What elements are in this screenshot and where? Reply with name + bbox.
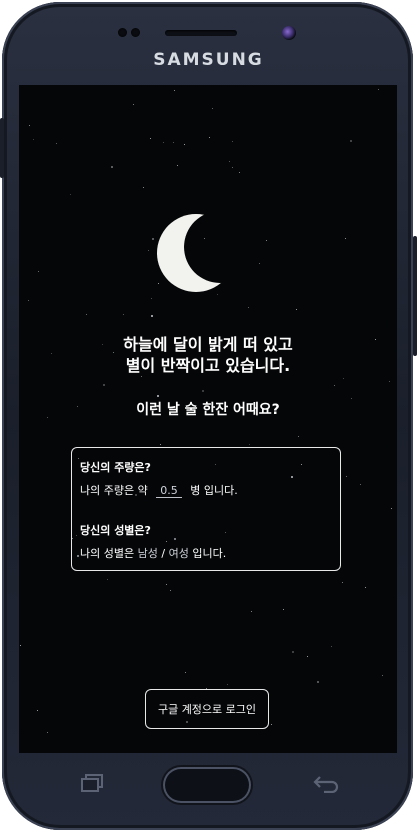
gender-female-option[interactable]: 여성 [169,547,189,560]
star [47,732,48,733]
star [151,315,153,317]
star [382,675,383,676]
star [271,724,272,725]
star [107,579,108,580]
star [232,141,233,142]
star [249,444,250,445]
star [133,104,134,105]
front-camera [282,26,296,40]
gender-line: 나의 성별은 남성 / 여성 입니다. [80,545,226,561]
star [346,476,347,477]
headline-line-1: 하늘에 달이 밝게 떠 있고 [123,335,293,354]
sensor-left [118,28,127,37]
star [20,645,21,646]
star [209,137,210,138]
gender-male-option[interactable]: 남성 [138,547,158,560]
drink-label: 당신의 주량은? [80,461,151,474]
star [185,672,186,673]
star [248,307,249,308]
star [37,710,38,711]
star [150,138,151,139]
google-login-button[interactable]: 구글 계정으로 로그인 [145,689,269,729]
star [38,271,39,272]
star [86,314,87,315]
gender-separator: / [161,547,166,560]
star [259,263,260,264]
star [365,587,366,588]
star [251,611,252,612]
star [152,238,154,240]
star [229,161,230,162]
star [28,300,29,301]
volume-button [413,236,417,356]
gender-prefix: 나의 성별은 [80,547,135,560]
star [177,165,178,166]
star [33,139,34,140]
star [360,484,361,485]
star [343,378,344,379]
gender-suffix: 입니다. [192,547,227,560]
star [227,684,228,685]
star [350,140,352,142]
star [239,172,240,173]
star [143,187,144,188]
star [173,142,174,143]
star [298,436,299,437]
star [331,646,332,647]
star [141,376,142,377]
recent-apps-icon[interactable] [80,773,106,797]
drink-amount-input[interactable]: 0.5 [156,484,182,498]
star [70,194,71,195]
app-screen: 하늘에 달이 밝게 떠 있고 별이 반짝이고 있습니다. 이런 날 술 한잔 어… [19,85,397,753]
star [283,609,284,610]
star [184,144,185,145]
star [232,167,233,168]
star [296,309,297,310]
profile-card: 당신의 주량은? 나의 주량은 약 0.5 병 입니다. 당신의 성별은? 나의… [71,447,341,571]
star [166,584,167,585]
star [163,142,164,143]
drink-line: 나의 주량은 약 0.5 병 입니다. [80,482,238,498]
star [389,381,390,382]
star [56,143,57,144]
gender-label: 당신의 성별은? [80,524,151,537]
star [378,89,379,90]
star [174,90,175,91]
earpiece [165,30,237,36]
star [292,651,294,653]
star [157,395,159,397]
star [317,681,319,683]
star [151,298,152,299]
power-button [0,118,4,178]
question-text: 이런 날 술 한잔 어때요? [136,402,280,418]
star [266,240,267,241]
star [342,582,343,583]
home-button[interactable] [163,767,251,803]
star [160,444,161,445]
star [148,250,149,251]
star [212,108,213,109]
drink-suffix: 병 입니다. [190,484,238,497]
moon-icon [152,197,240,309]
headline-line-2: 별이 반짝이고 있습니다. [125,356,291,375]
star [345,238,346,239]
back-icon[interactable] [312,773,340,797]
star [334,385,335,386]
star [170,590,171,591]
sensor-right [131,28,140,37]
headline: 하늘에 달이 밝게 떠 있고 별이 반짝이고 있습니다. [19,334,397,376]
star [391,508,392,509]
star [29,125,30,126]
star [103,384,105,386]
star [307,656,308,657]
star [111,166,113,168]
drink-prefix: 나의 주량은 약 [80,484,148,497]
star [123,314,124,315]
star [202,390,204,392]
brand-logo: SAMSUNG [153,50,264,70]
